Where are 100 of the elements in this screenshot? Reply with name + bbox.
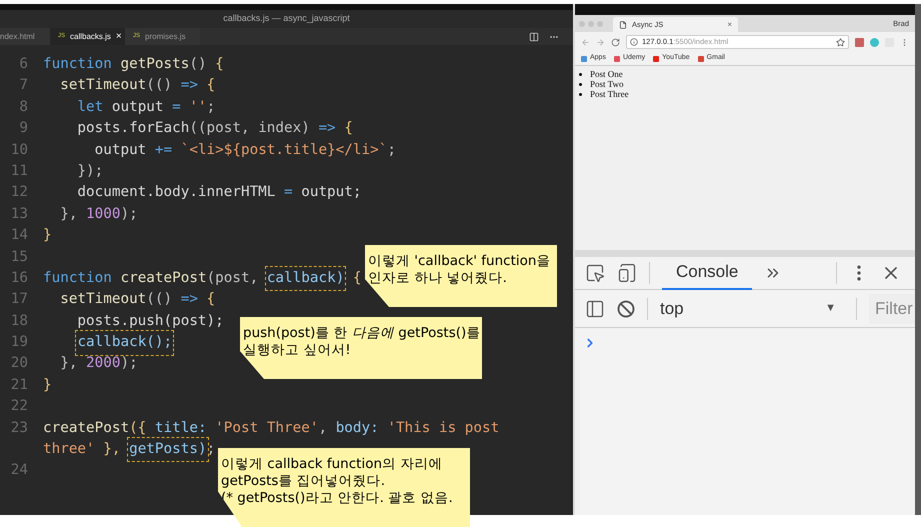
clear-console-icon[interactable]	[617, 300, 635, 318]
line-number: 6	[18, 54, 28, 74]
code-token: ;	[387, 140, 396, 160]
window-title: callbacks.js — async_javascript	[223, 12, 350, 26]
code-token: );	[120, 354, 138, 374]
code-token: let	[76, 98, 104, 117]
list-item: Post Two	[590, 79, 624, 89]
line-number: 18	[10, 312, 28, 331]
bullet-icon	[579, 72, 582, 76]
editor-tab[interactable]: ndex.html	[0, 28, 50, 45]
code-token: (()	[146, 290, 174, 310]
code-token: }	[43, 376, 52, 395]
devtools-tab[interactable]: Console	[662, 256, 752, 290]
code-token: },	[59, 204, 78, 224]
tab-label: promises.js	[145, 30, 186, 42]
code-token: 'Post Three'	[214, 418, 318, 438]
code-token: ;	[206, 440, 216, 460]
page-icon	[619, 20, 627, 28]
code-token: function	[43, 54, 112, 74]
code-token: body:	[336, 418, 379, 438]
line-number: 11	[10, 162, 28, 181]
code-token: posts.forEach	[76, 119, 190, 138]
inspect-icon[interactable]	[585, 263, 605, 283]
code-token: },	[102, 440, 122, 460]
code-token: posts.push(post);	[76, 312, 224, 331]
line-number: 14	[10, 226, 28, 246]
code-token: {	[215, 54, 224, 74]
code-token: output;	[300, 183, 362, 202]
code-token: ;	[206, 98, 216, 117]
star-icon[interactable]	[836, 38, 845, 46]
code-token: 'This is post	[386, 418, 500, 438]
tab-label: callbacks.js	[70, 30, 111, 42]
code-token: ,	[318, 418, 328, 438]
code-token: );	[120, 204, 138, 224]
line-number: 12	[10, 183, 28, 202]
line-number: 21	[10, 376, 28, 395]
code-token: output	[110, 98, 165, 117]
code-token: setTimeout	[59, 290, 146, 310]
code-token: ()	[189, 54, 208, 74]
code-token: ({	[129, 418, 148, 438]
note-text: 이렇게 'callback' function을 인자로 하나 넣어줬다.	[368, 253, 552, 287]
filter-field[interactable]: Filter	[869, 294, 915, 324]
code-token: getPosts	[119, 54, 190, 74]
code-token: =>	[180, 76, 198, 96]
code-token: createPost	[43, 418, 130, 438]
tab-label: ndex.html	[0, 30, 35, 42]
note-text: push(post)를 한 다음에 getPosts()를 실행하고 싶어서!	[243, 325, 479, 359]
code-token: ''	[188, 98, 207, 117]
line-number: 7	[18, 76, 28, 96]
code-token: title:	[154, 418, 207, 438]
code-token: {	[206, 76, 216, 96]
code-token: =	[172, 98, 181, 117]
code-token: ((post, index)	[189, 119, 311, 138]
line-number: 23	[10, 418, 28, 438]
context-select[interactable]: top ▼	[660, 296, 844, 322]
code-token: three'	[43, 440, 95, 460]
highlighted-code: callback)	[266, 268, 344, 290]
device-icon[interactable]	[617, 263, 637, 283]
code-token: +=	[154, 140, 172, 160]
line-number: 8	[18, 98, 28, 117]
line-number: 15	[10, 248, 28, 266]
bullet-icon	[579, 92, 582, 96]
line-number: 16	[10, 268, 28, 288]
code-token: =	[284, 183, 293, 202]
code-token: `<li>${post.title}</li>`	[180, 140, 388, 160]
highlighted-code: callback();	[77, 332, 172, 354]
reload-icon[interactable]	[611, 38, 620, 46]
code-token: });	[76, 162, 104, 181]
code-token: (()	[146, 76, 174, 96]
list-item: Post One	[590, 69, 623, 79]
line-number: 22	[10, 397, 28, 416]
sidebar-toggle-icon[interactable]	[585, 298, 605, 318]
code-token: =>	[180, 290, 198, 310]
tab-close[interactable]: ×	[727, 18, 732, 30]
code-token: }	[43, 226, 52, 246]
code-token: setTimeout	[59, 76, 146, 96]
split-editor-icon[interactable]	[529, 32, 539, 42]
code-token: {	[206, 290, 216, 310]
tab-close[interactable]: ×	[116, 29, 122, 44]
highlighted-code: getPosts)	[129, 439, 207, 460]
line-number: 19	[10, 333, 28, 352]
code-token: 2000	[86, 354, 120, 374]
code-token: function	[43, 268, 112, 288]
code-token: 1000	[86, 204, 120, 224]
line-number: 9	[18, 119, 28, 138]
code-token: (post,	[206, 268, 260, 288]
code-token: output	[94, 140, 148, 160]
code-token: document.body.innerHTML	[76, 183, 276, 202]
line-number: 13	[10, 204, 28, 224]
line-number: 17	[10, 290, 28, 310]
code-token: },	[59, 354, 78, 374]
bullet-icon	[579, 82, 582, 86]
code-token: {	[343, 119, 353, 138]
line-number: 10	[10, 140, 28, 160]
line-number: 24	[10, 461, 28, 480]
code-token: createPost	[119, 268, 207, 288]
line-number: 20	[10, 354, 28, 374]
code-token: =>	[318, 119, 336, 138]
list-item: Post Three	[590, 89, 629, 99]
info-icon	[630, 38, 638, 46]
